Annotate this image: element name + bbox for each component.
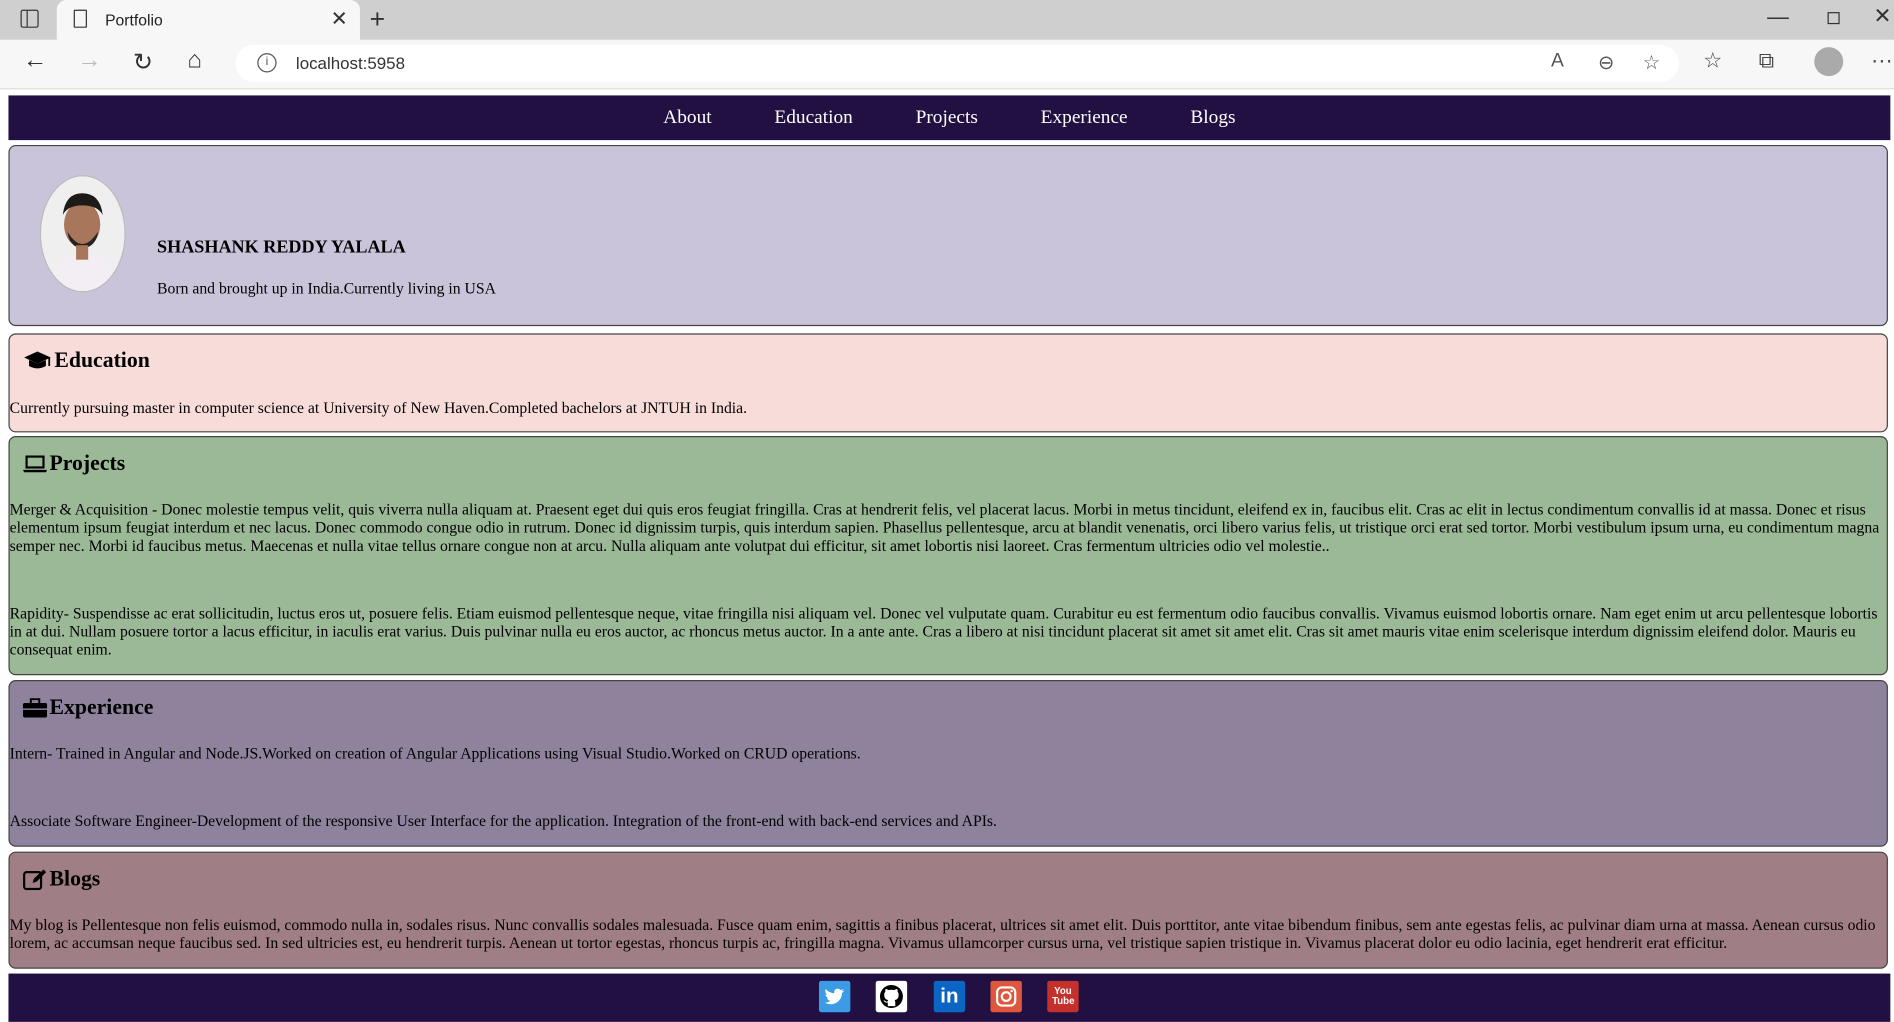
tab-actions-icon[interactable] (20, 9, 39, 28)
education-heading: Education (23, 348, 150, 373)
projects-title: Projects (49, 450, 126, 475)
minimize-icon[interactable]: — (1767, 5, 1789, 30)
edit-icon (23, 868, 47, 890)
tab-title: Portfolio (105, 10, 163, 29)
restore-icon[interactable] (1827, 12, 1840, 25)
page-icon (73, 9, 87, 28)
project-item: Rapidity- Suspendisse ac erat sollicitud… (9, 603, 1878, 659)
projects-heading: Projects (22, 450, 126, 476)
collections-icon[interactable]: ⧉ (1759, 48, 1775, 73)
about-section: SHASHANK REDDY YALALA Born and brought u… (8, 144, 1888, 327)
experience-item: Intern- Trained in Angular and Node.JS.W… (9, 744, 861, 763)
url-text: localhost:5958 (295, 53, 406, 73)
reload-icon[interactable]: ↻ (133, 47, 153, 77)
close-tab-icon[interactable]: ✕ (331, 7, 348, 31)
blogs-section: Blogs My blog is Pellentesque non felis … (8, 851, 1888, 969)
youtube-label: You Tube (1052, 985, 1075, 1007)
add-favorite-icon[interactable]: ☆ (1643, 51, 1660, 75)
nav-blogs[interactable]: Blogs (1159, 95, 1267, 140)
top-navigation: About Education Projects Experience Blog… (8, 95, 1891, 141)
footer: in You Tube (8, 973, 1891, 1022)
briefcase-icon (22, 697, 48, 717)
experience-title: Experience (49, 694, 154, 719)
education-section: Education Currently pursuing master in c… (8, 333, 1888, 433)
back-icon[interactable]: ← (23, 47, 47, 75)
browser-tab-bar: Portfolio ✕ + — ✕ (0, 0, 1894, 40)
experience-item: Associate Software Engineer-Development … (9, 811, 997, 830)
project-item: Merger & Acquisition - Donec molestie te… (9, 500, 1880, 555)
favorites-icon[interactable]: ☆ (1703, 48, 1722, 73)
more-menu-icon[interactable]: ··· (1871, 48, 1893, 73)
nav-experience[interactable]: Experience (1009, 95, 1159, 140)
nav-projects[interactable]: Projects (884, 95, 1009, 140)
profile-name: SHASHANK REDDY YALALA (157, 237, 406, 258)
twitter-icon[interactable] (818, 980, 851, 1013)
github-icon[interactable] (875, 980, 908, 1013)
forward-icon[interactable]: → (77, 47, 101, 75)
url-field[interactable]: i localhost:5958 A ⊖ ☆ (235, 44, 1679, 83)
laptop-icon (22, 454, 48, 472)
zoom-out-icon[interactable]: ⊖ (1598, 51, 1614, 75)
info-icon[interactable]: i (257, 53, 277, 73)
blogs-heading: Blogs (23, 866, 100, 891)
address-bar: ← → ↻ ⌂ i localhost:5958 A ⊖ ☆ ☆ ⧉ ··· (0, 39, 1894, 90)
read-aloud-icon[interactable]: A (1551, 51, 1564, 73)
youtube-icon[interactable]: You Tube (1047, 980, 1079, 1013)
blog-text: My blog is Pellentesque non felis euismo… (9, 915, 1876, 952)
education-title: Education (54, 347, 150, 373)
home-icon[interactable]: ⌂ (187, 47, 202, 75)
profile-photo (39, 175, 126, 293)
blogs-title: Blogs (49, 866, 101, 891)
portfolio-page: About Education Projects Experience Blog… (0, 88, 1894, 1022)
experience-section: Experience Intern- Trained in Angular an… (8, 680, 1888, 847)
nav-about[interactable]: About (632, 95, 743, 140)
experience-heading: Experience (22, 694, 154, 720)
profile-bio: Born and brought up in India.Currently l… (157, 279, 496, 298)
nav-education[interactable]: Education (743, 95, 884, 140)
linkedin-icon[interactable]: in (933, 980, 966, 1013)
new-tab-icon[interactable]: + (370, 4, 386, 35)
projects-section: Projects Merger & Acquisition - Donec mo… (8, 436, 1888, 676)
profile-avatar-icon[interactable] (1814, 47, 1844, 77)
education-text: Currently pursuing master in computer sc… (9, 398, 748, 417)
browser-tab[interactable]: Portfolio ✕ (56, 0, 360, 40)
linkedin-label: in (940, 984, 959, 1008)
instagram-icon[interactable] (990, 980, 1022, 1013)
graduation-cap-icon (24, 350, 51, 368)
window-close-icon[interactable]: ✕ (1873, 4, 1891, 29)
